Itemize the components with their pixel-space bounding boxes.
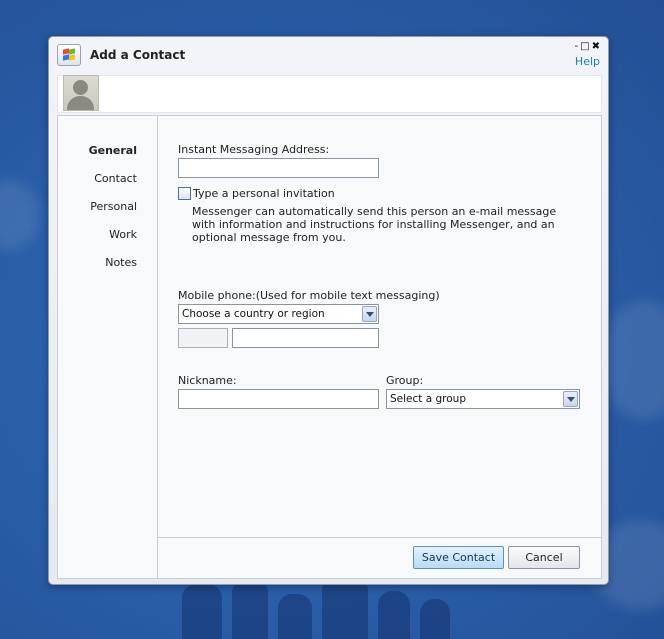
im-address-label: Instant Messaging Address: xyxy=(178,143,330,156)
title-bar[interactable]: Add a Contact -□✖ Help xyxy=(49,37,608,73)
im-address-input[interactable] xyxy=(178,158,379,178)
cloud-decoration xyxy=(0,180,40,250)
contact-avatar[interactable] xyxy=(63,75,99,111)
section-nav: General Contact Personal Work Notes xyxy=(58,116,158,578)
add-contact-dialog: Add a Contact -□✖ Help General Contact P… xyxy=(48,36,609,585)
country-select-value: Choose a country or region xyxy=(182,308,325,320)
invitation-checkbox[interactable] xyxy=(178,187,191,200)
people-silhouette xyxy=(182,584,222,639)
country-code-input[interactable] xyxy=(178,328,228,348)
people-silhouette xyxy=(232,579,268,639)
window-title: Add a Contact xyxy=(90,48,186,62)
nav-item-contact[interactable]: Contact xyxy=(94,172,137,185)
mobile-phone-label: Mobile phone:(Used for mobile text messa… xyxy=(178,289,440,302)
nav-item-general[interactable]: General xyxy=(89,144,137,157)
help-link[interactable]: Help xyxy=(575,55,600,68)
group-select[interactable]: Select a group xyxy=(386,389,580,409)
cancel-button[interactable]: Cancel xyxy=(508,546,580,569)
windows-logo-icon xyxy=(57,44,81,66)
content-panel: General Contact Personal Work Notes Inst… xyxy=(57,115,602,579)
people-silhouette xyxy=(378,591,410,639)
chevron-down-icon[interactable] xyxy=(362,306,377,322)
cloud-decoration xyxy=(600,300,664,420)
button-bar: Save Contact Cancel xyxy=(158,537,601,579)
person-icon xyxy=(73,80,88,95)
invitation-description: Messenger can automatically send this pe… xyxy=(192,205,557,244)
mobile-number-input[interactable] xyxy=(232,328,379,348)
people-silhouette xyxy=(278,594,312,639)
nav-item-work[interactable]: Work xyxy=(109,228,137,241)
window-controls[interactable]: -□✖ xyxy=(575,41,602,52)
country-select[interactable]: Choose a country or region xyxy=(178,304,379,324)
save-contact-button[interactable]: Save Contact xyxy=(413,546,504,569)
people-silhouette xyxy=(420,599,450,639)
group-label: Group: xyxy=(386,374,424,387)
maximize-icon[interactable]: □ xyxy=(580,41,591,52)
nickname-input[interactable] xyxy=(178,389,379,409)
contact-header-bar xyxy=(57,75,602,113)
nav-item-notes[interactable]: Notes xyxy=(105,256,137,269)
close-icon[interactable]: ✖ xyxy=(592,41,602,52)
chevron-down-icon[interactable] xyxy=(563,391,578,407)
group-select-value: Select a group xyxy=(390,393,466,405)
nav-item-personal[interactable]: Personal xyxy=(90,200,137,213)
nickname-label: Nickname: xyxy=(178,374,237,387)
invitation-label[interactable]: Type a personal invitation xyxy=(193,187,335,200)
general-form: Instant Messaging Address: Type a person… xyxy=(158,116,601,536)
people-silhouette xyxy=(322,577,368,639)
